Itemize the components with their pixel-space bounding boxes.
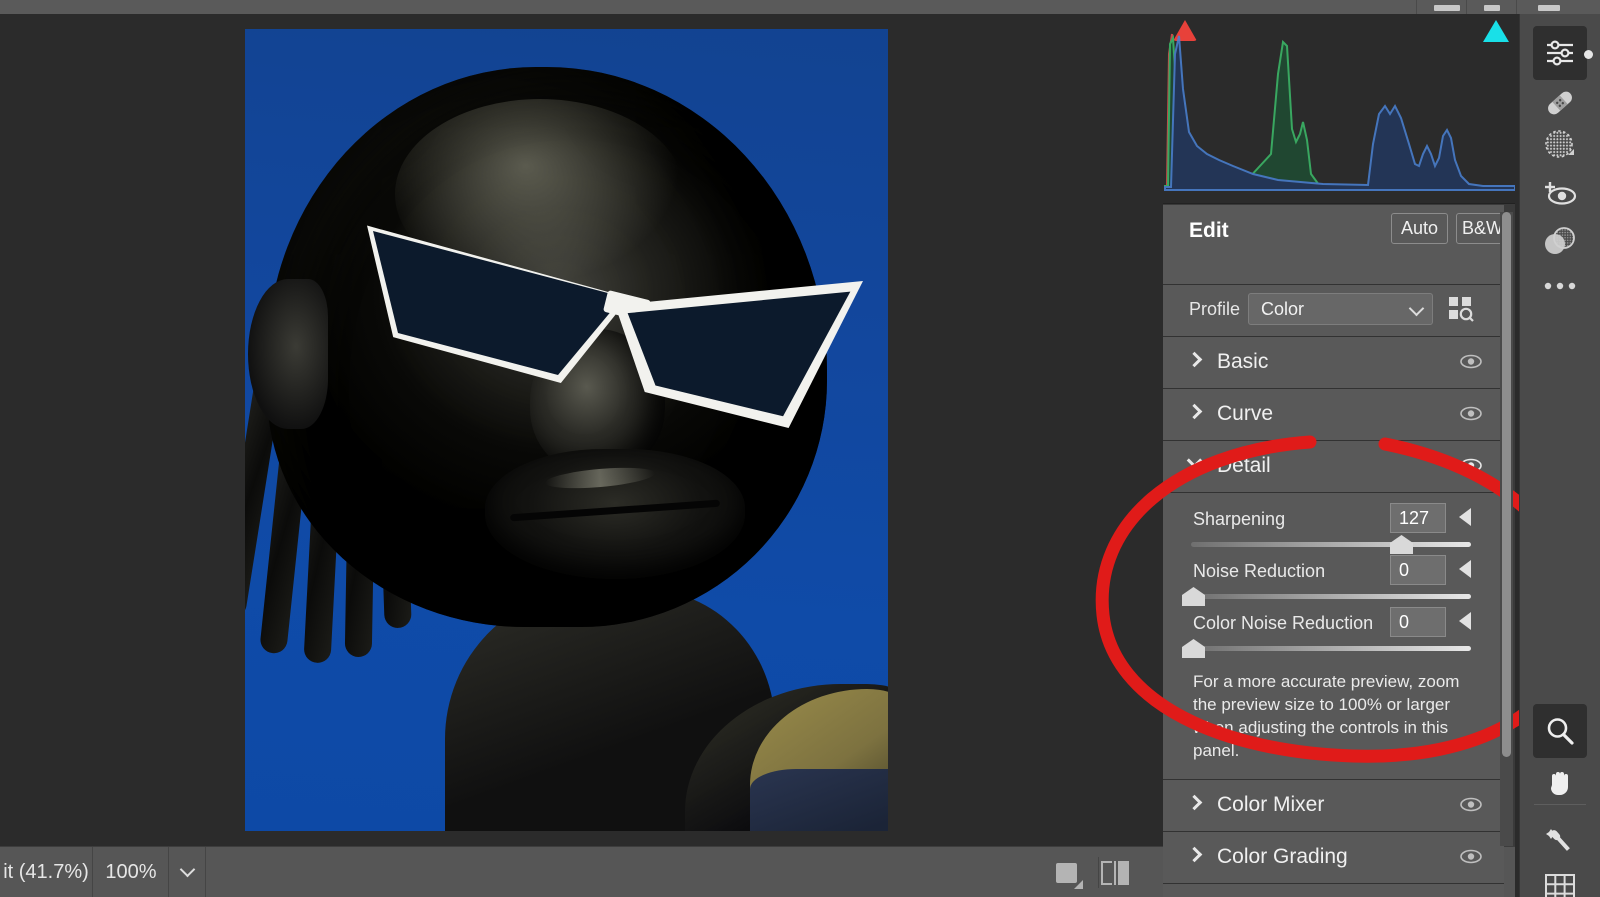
sharpening-label: Sharpening [1193,509,1286,529]
chevron-right-icon [1186,794,1203,811]
sidebar-item-basic[interactable]: Basic [1163,337,1504,389]
hand-tool[interactable] [1533,754,1587,808]
chevron-right-icon [1186,351,1203,368]
photo-preview[interactable] [245,29,888,831]
profile-value: Color [1261,298,1305,319]
app-window: it (41.7%) 100% Edit Auto B&W Profile Co… [0,0,1600,897]
tool-active-indicator [1584,50,1593,59]
window-titlebar [0,0,1600,14]
color-noise-reduction-slider-thumb[interactable] [1182,639,1205,658]
eye-icon[interactable] [1460,849,1482,864]
color-noise-reduction-value-input[interactable]: 0 [1390,607,1446,637]
sharpening-value-input[interactable]: 127 [1390,503,1446,533]
edit-panel-scroll: Edit Auto B&W Profile Color Basic Curve … [1163,205,1509,897]
photo-ear [248,279,328,429]
histogram-graph [1164,33,1515,191]
profile-row: Profile Color [1163,285,1504,337]
sidebar-item-color-grading[interactable]: Color Grading [1163,831,1504,884]
photo-sunglasses [365,199,865,429]
eye-plus-icon [1545,182,1577,205]
section-label: Basic [1217,350,1269,373]
single-view-icon[interactable] [1056,862,1083,889]
more-options[interactable] [1533,259,1587,313]
panel-scrollbar[interactable] [1500,212,1513,846]
section-label: Color Mixer [1217,792,1325,816]
eye-icon[interactable] [1460,458,1482,473]
section-label: Detail [1217,454,1271,477]
fit-zoom-label[interactable]: it (41.7%) [0,847,93,897]
noise-reduction-label: Noise Reduction [1193,561,1326,581]
detail-help-text: For a more accurate preview, zoom the pr… [1193,672,1460,760]
chevron-right-icon [1186,846,1203,863]
zoom-level-value[interactable]: 100% [94,847,169,897]
chevron-down-icon [179,861,196,878]
color-noise-reduction-control: Color Noise Reduction 0 [1163,607,1504,663]
histogram[interactable] [1163,14,1515,204]
chevron-down-icon [1408,300,1425,317]
auto-button[interactable]: Auto [1391,213,1448,244]
minimize-button[interactable] [1434,5,1460,11]
right-toolbar [1519,14,1600,897]
zoom-tool[interactable] [1533,704,1587,758]
ellipsis-icon [1544,282,1576,290]
chevron-right-icon [1186,403,1203,420]
panel-scrollbar-thumb[interactable] [1502,212,1511,757]
sidebar-item-color-mixer[interactable]: Color Mixer [1163,779,1504,832]
eye-icon[interactable] [1460,797,1482,812]
chevron-down-icon [1186,452,1203,469]
page-title: Edit [1189,219,1229,242]
hand-icon [1551,772,1568,795]
sidebar-item-detail[interactable]: Detail [1163,441,1504,493]
noise-reduction-slider-thumb[interactable] [1182,587,1205,606]
photo-garment-denim [750,769,888,831]
eye-icon[interactable] [1460,354,1482,369]
grid-icon [1545,874,1575,897]
color-noise-reduction-label: Color Noise Reduction [1193,613,1374,633]
noise-reduction-value-input[interactable]: 0 [1390,555,1446,585]
sidebar-item-curve[interactable]: Curve [1163,389,1504,441]
sidebar-item-optics[interactable]: Optics [1163,883,1504,897]
before-after-split-icon[interactable] [1101,860,1129,885]
bandage-icon [1548,91,1572,115]
reset-arrow-icon[interactable] [1459,560,1471,578]
sharpening-slider-track[interactable] [1191,542,1471,547]
radial-gradient-tool[interactable] [1533,118,1587,172]
detail-panel-body: Sharpening 127 Noise Reduction 0 Color N [1163,493,1504,780]
magnifier-icon [1547,718,1574,745]
sliders-icon [1547,40,1573,66]
reset-arrow-icon[interactable] [1459,508,1471,526]
sharpening-slider-thumb[interactable] [1390,535,1413,554]
image-canvas[interactable] [0,14,1163,846]
profile-label: Profile [1189,299,1241,319]
edit-tool[interactable] [1533,26,1593,80]
edit-panel-header: Edit Auto B&W [1163,205,1509,285]
browse-profiles-icon[interactable] [1448,296,1474,322]
grid-tool[interactable] [1533,862,1587,897]
profile-select[interactable]: Color [1248,293,1433,325]
view-mode-controls [1040,847,1160,897]
eyedropper-icon [1546,829,1570,851]
noise-reduction-slider-track[interactable] [1191,594,1471,599]
reset-arrow-icon[interactable] [1459,612,1471,630]
color-noise-reduction-slider-track[interactable] [1191,646,1471,651]
right-panel: Edit Auto B&W Profile Color Basic Curve … [1163,14,1515,897]
eyedropper-tool[interactable] [1533,814,1587,868]
noise-reduction-control: Noise Reduction 0 [1163,555,1504,611]
red-eye-tool[interactable] [1533,166,1587,220]
maximize-button[interactable] [1484,5,1500,11]
close-button[interactable] [1538,5,1560,11]
zoom-dropdown-button[interactable] [170,847,206,897]
overlapping-circles-icon [1545,227,1575,254]
section-label: Curve [1217,402,1274,425]
eye-icon[interactable] [1460,406,1482,421]
sharpening-control: Sharpening 127 [1163,503,1504,559]
section-label: Color Grading [1217,844,1348,868]
halftone-circle-icon [1545,130,1574,158]
